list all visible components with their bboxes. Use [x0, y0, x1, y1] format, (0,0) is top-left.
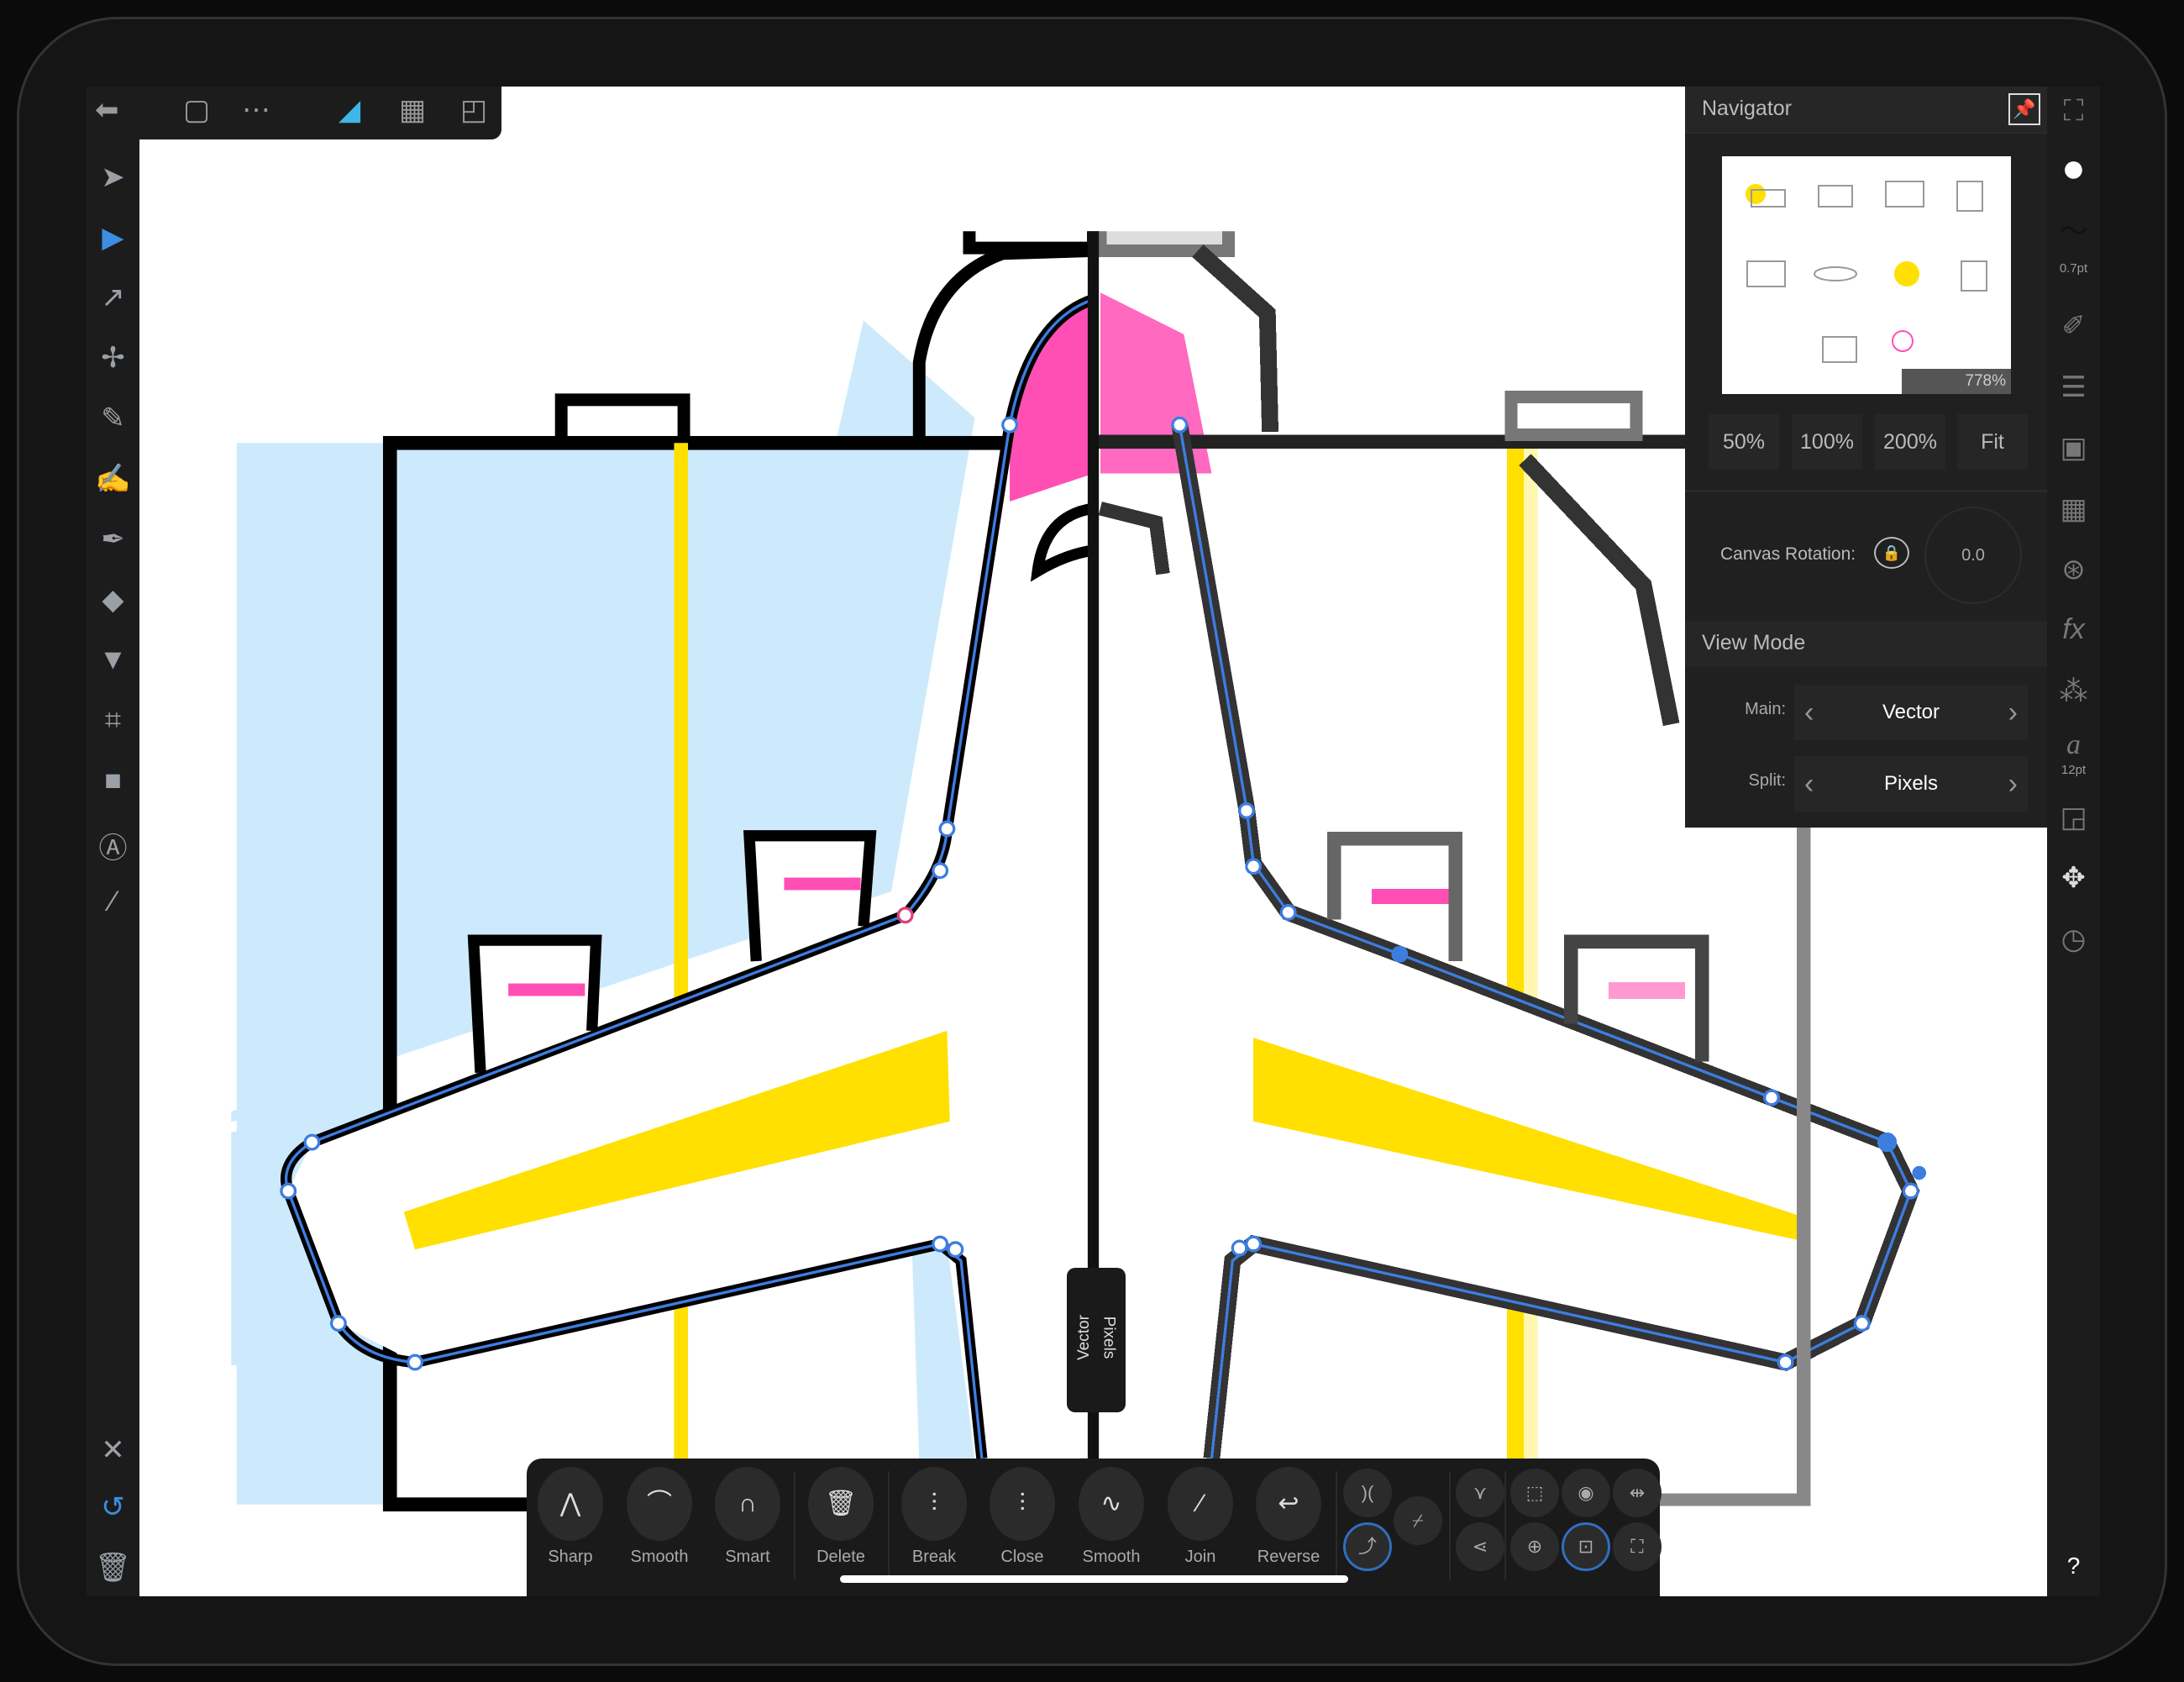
align-icon[interactable]: ⇹: [1613, 1469, 1662, 1517]
smooth-curve-icon: ∿: [1079, 1467, 1144, 1541]
back-icon[interactable]: ⬅: [95, 93, 119, 127]
zoom-fit-button[interactable]: Fit: [1957, 414, 2028, 470]
sharp-button[interactable]: ⋀ Sharp: [535, 1467, 606, 1567]
text-style-icon[interactable]: a: [2047, 729, 2100, 761]
snap-handles-icon[interactable]: ⌿: [1394, 1496, 1442, 1545]
point-transform-tool-icon[interactable]: ✢: [87, 341, 139, 375]
chevron-right-icon[interactable]: ›: [2008, 756, 2018, 812]
reverse-icon: ↩: [1256, 1467, 1321, 1541]
appearance-icon[interactable]: ⊛: [2047, 553, 2100, 586]
main-view-stepper[interactable]: ‹ Vector ›: [1794, 685, 2028, 740]
close-icon[interactable]: ✕: [87, 1433, 139, 1467]
rectangle-tool-icon[interactable]: ■: [87, 765, 139, 797]
help-button[interactable]: ?: [2047, 1553, 2100, 1580]
vector-view: [231, 231, 1100, 1511]
zoom-100-button[interactable]: 100%: [1792, 414, 1862, 470]
close-curve-button[interactable]: ⫶ Close: [987, 1467, 1058, 1567]
pen-tool-icon[interactable]: ✒: [87, 523, 139, 556]
view-mode-header: View Mode: [1685, 621, 2047, 667]
zoom-200-button[interactable]: 200%: [1875, 414, 1945, 470]
left-toolbar: ➤ ▶ ↗ ✢ ✎ ✍ ✒ ◆ ▼ ⌗ ■ Ⓐ ⁄ ✕ ↺ 🗑: [87, 139, 139, 1596]
history-icon[interactable]: ◷: [2047, 922, 2100, 956]
fill-tool-icon[interactable]: ◆: [87, 583, 139, 617]
text-tool-icon[interactable]: Ⓐ: [87, 825, 139, 866]
corner-tool-icon[interactable]: ↗: [87, 281, 139, 314]
swatches-icon[interactable]: ▦: [2047, 492, 2100, 526]
layers-icon[interactable]: ☰: [2047, 371, 2100, 404]
snap-mode-icon[interactable]: ⊡: [1562, 1522, 1610, 1571]
undo-history-icon[interactable]: ↺: [87, 1490, 139, 1524]
show-nodes-icon[interactable]: ◉: [1562, 1469, 1610, 1517]
main-view-value: Vector: [1882, 701, 1940, 723]
bounding-box-icon[interactable]: ⬚: [1510, 1469, 1559, 1517]
navigator-title: Navigator: [1702, 97, 1792, 120]
crosshair-icon[interactable]: ⊕: [1510, 1522, 1559, 1571]
node-tool-icon[interactable]: ▶: [87, 221, 139, 255]
snap-curves-icon[interactable]: ⤴: [1343, 1522, 1392, 1571]
snap-nodes-icon[interactable]: )(: [1343, 1469, 1392, 1517]
home-indicator[interactable]: [840, 1575, 1348, 1583]
fullscreen-icon[interactable]: ⛶: [2047, 95, 2100, 128]
stroke-icon[interactable]: 〜: [2047, 208, 2100, 250]
more-icon[interactable]: ⋯: [242, 93, 270, 127]
transform-mode-icon[interactable]: ⋎: [1456, 1469, 1504, 1517]
smart-button[interactable]: ∩ Smart: [712, 1467, 783, 1567]
pencil-tool-icon[interactable]: ✎: [87, 402, 139, 435]
stroke-width-label: 0.7pt: [2059, 261, 2088, 276]
chevron-right-icon[interactable]: ›: [2008, 685, 2018, 740]
crop-tool-icon[interactable]: ⌗: [87, 704, 139, 737]
split-view-value: Pixels: [1883, 772, 1939, 795]
font-size-label: 12pt: [2061, 763, 2087, 777]
break-icon: ⫶: [901, 1467, 967, 1541]
select-nodes-icon[interactable]: ⋖: [1456, 1522, 1504, 1571]
navigator-header: Navigator 📌: [1685, 87, 2047, 134]
navigator-panel: Navigator 📌 778% 50% 100% 200% Fit Canva…: [1685, 87, 2047, 828]
canvas-rotation-label: Canvas Rotation:: [1720, 544, 1856, 564]
navigator-thumbnail[interactable]: 778%: [1722, 156, 2011, 394]
close-curve-icon: ⫶: [990, 1467, 1055, 1541]
smooth-curve-button[interactable]: ∿ Smooth: [1076, 1467, 1147, 1567]
styles-icon[interactable]: ⁂: [2047, 675, 2100, 708]
join-icon: ⁄: [1168, 1467, 1233, 1541]
smooth-node-icon: ⌒: [627, 1467, 692, 1541]
eyedropper-tool-icon[interactable]: ⁄: [87, 886, 139, 918]
fit-selection-icon[interactable]: ⛶: [1613, 1522, 1662, 1571]
top-toolbar: ⬅ ▢ ⋯ ◢ ▦ ◰: [87, 87, 501, 139]
navigator-zoom-readout: 778%: [1902, 369, 2011, 394]
transparency-tool-icon[interactable]: ▼: [87, 644, 139, 676]
smooth-convert-button[interactable]: ⌒ Smooth: [624, 1467, 695, 1567]
view-mode-title: View Mode: [1702, 631, 1806, 654]
split-handle-pixels-label: Pixels: [1100, 1316, 1118, 1359]
delete-button[interactable]: 🗑 Delete: [806, 1467, 876, 1567]
export-persona-icon[interactable]: ◰: [460, 93, 487, 127]
smart-node-icon: ∩: [715, 1467, 780, 1541]
transform-icon[interactable]: ◲: [2047, 801, 2100, 834]
trash-icon[interactable]: 🗑: [87, 1551, 139, 1585]
join-button[interactable]: ⁄ Join: [1165, 1467, 1236, 1567]
split-handle-vector-label: Vector: [1074, 1315, 1093, 1360]
split-handle[interactable]: Vector Pixels: [1067, 1268, 1126, 1412]
pixel-persona-icon[interactable]: ▦: [399, 93, 426, 127]
vector-brush-tool-icon[interactable]: ✍: [87, 462, 139, 496]
sharp-icon: ⋀: [538, 1467, 603, 1541]
brushes-icon[interactable]: ✐: [2047, 309, 2100, 343]
reverse-button[interactable]: ↩ Reverse: [1253, 1467, 1324, 1567]
effects-icon[interactable]: ▣: [2047, 431, 2100, 465]
move-tool-icon[interactable]: ➤: [87, 160, 139, 194]
fx-icon[interactable]: fx: [2047, 613, 2100, 646]
trash-icon: 🗑: [808, 1467, 874, 1541]
break-button[interactable]: ⫶ Break: [899, 1467, 969, 1567]
rotation-dial[interactable]: 0.0: [1924, 507, 2022, 604]
split-view-stepper[interactable]: ‹ Pixels ›: [1794, 756, 2028, 812]
color-icon[interactable]: ●: [2047, 145, 2100, 192]
pin-icon[interactable]: 📌: [2008, 93, 2040, 125]
document-icon[interactable]: ▢: [183, 93, 210, 127]
rotation-lock-icon[interactable]: 🔒: [1874, 537, 1909, 569]
split-label: Split:: [1748, 771, 1786, 790]
affinity-designer-persona-icon[interactable]: ◢: [339, 93, 360, 127]
right-studio-bar: ⛶ ● 〜 0.7pt ✐ ☰ ▣ ▦ ⊛ fx ⁂ a 12pt ◲ ✥ ◷ …: [2047, 87, 2100, 1596]
zoom-50-button[interactable]: 50%: [1709, 414, 1779, 470]
navigator-icon[interactable]: ✥: [2047, 861, 2100, 895]
main-label: Main:: [1745, 700, 1786, 718]
